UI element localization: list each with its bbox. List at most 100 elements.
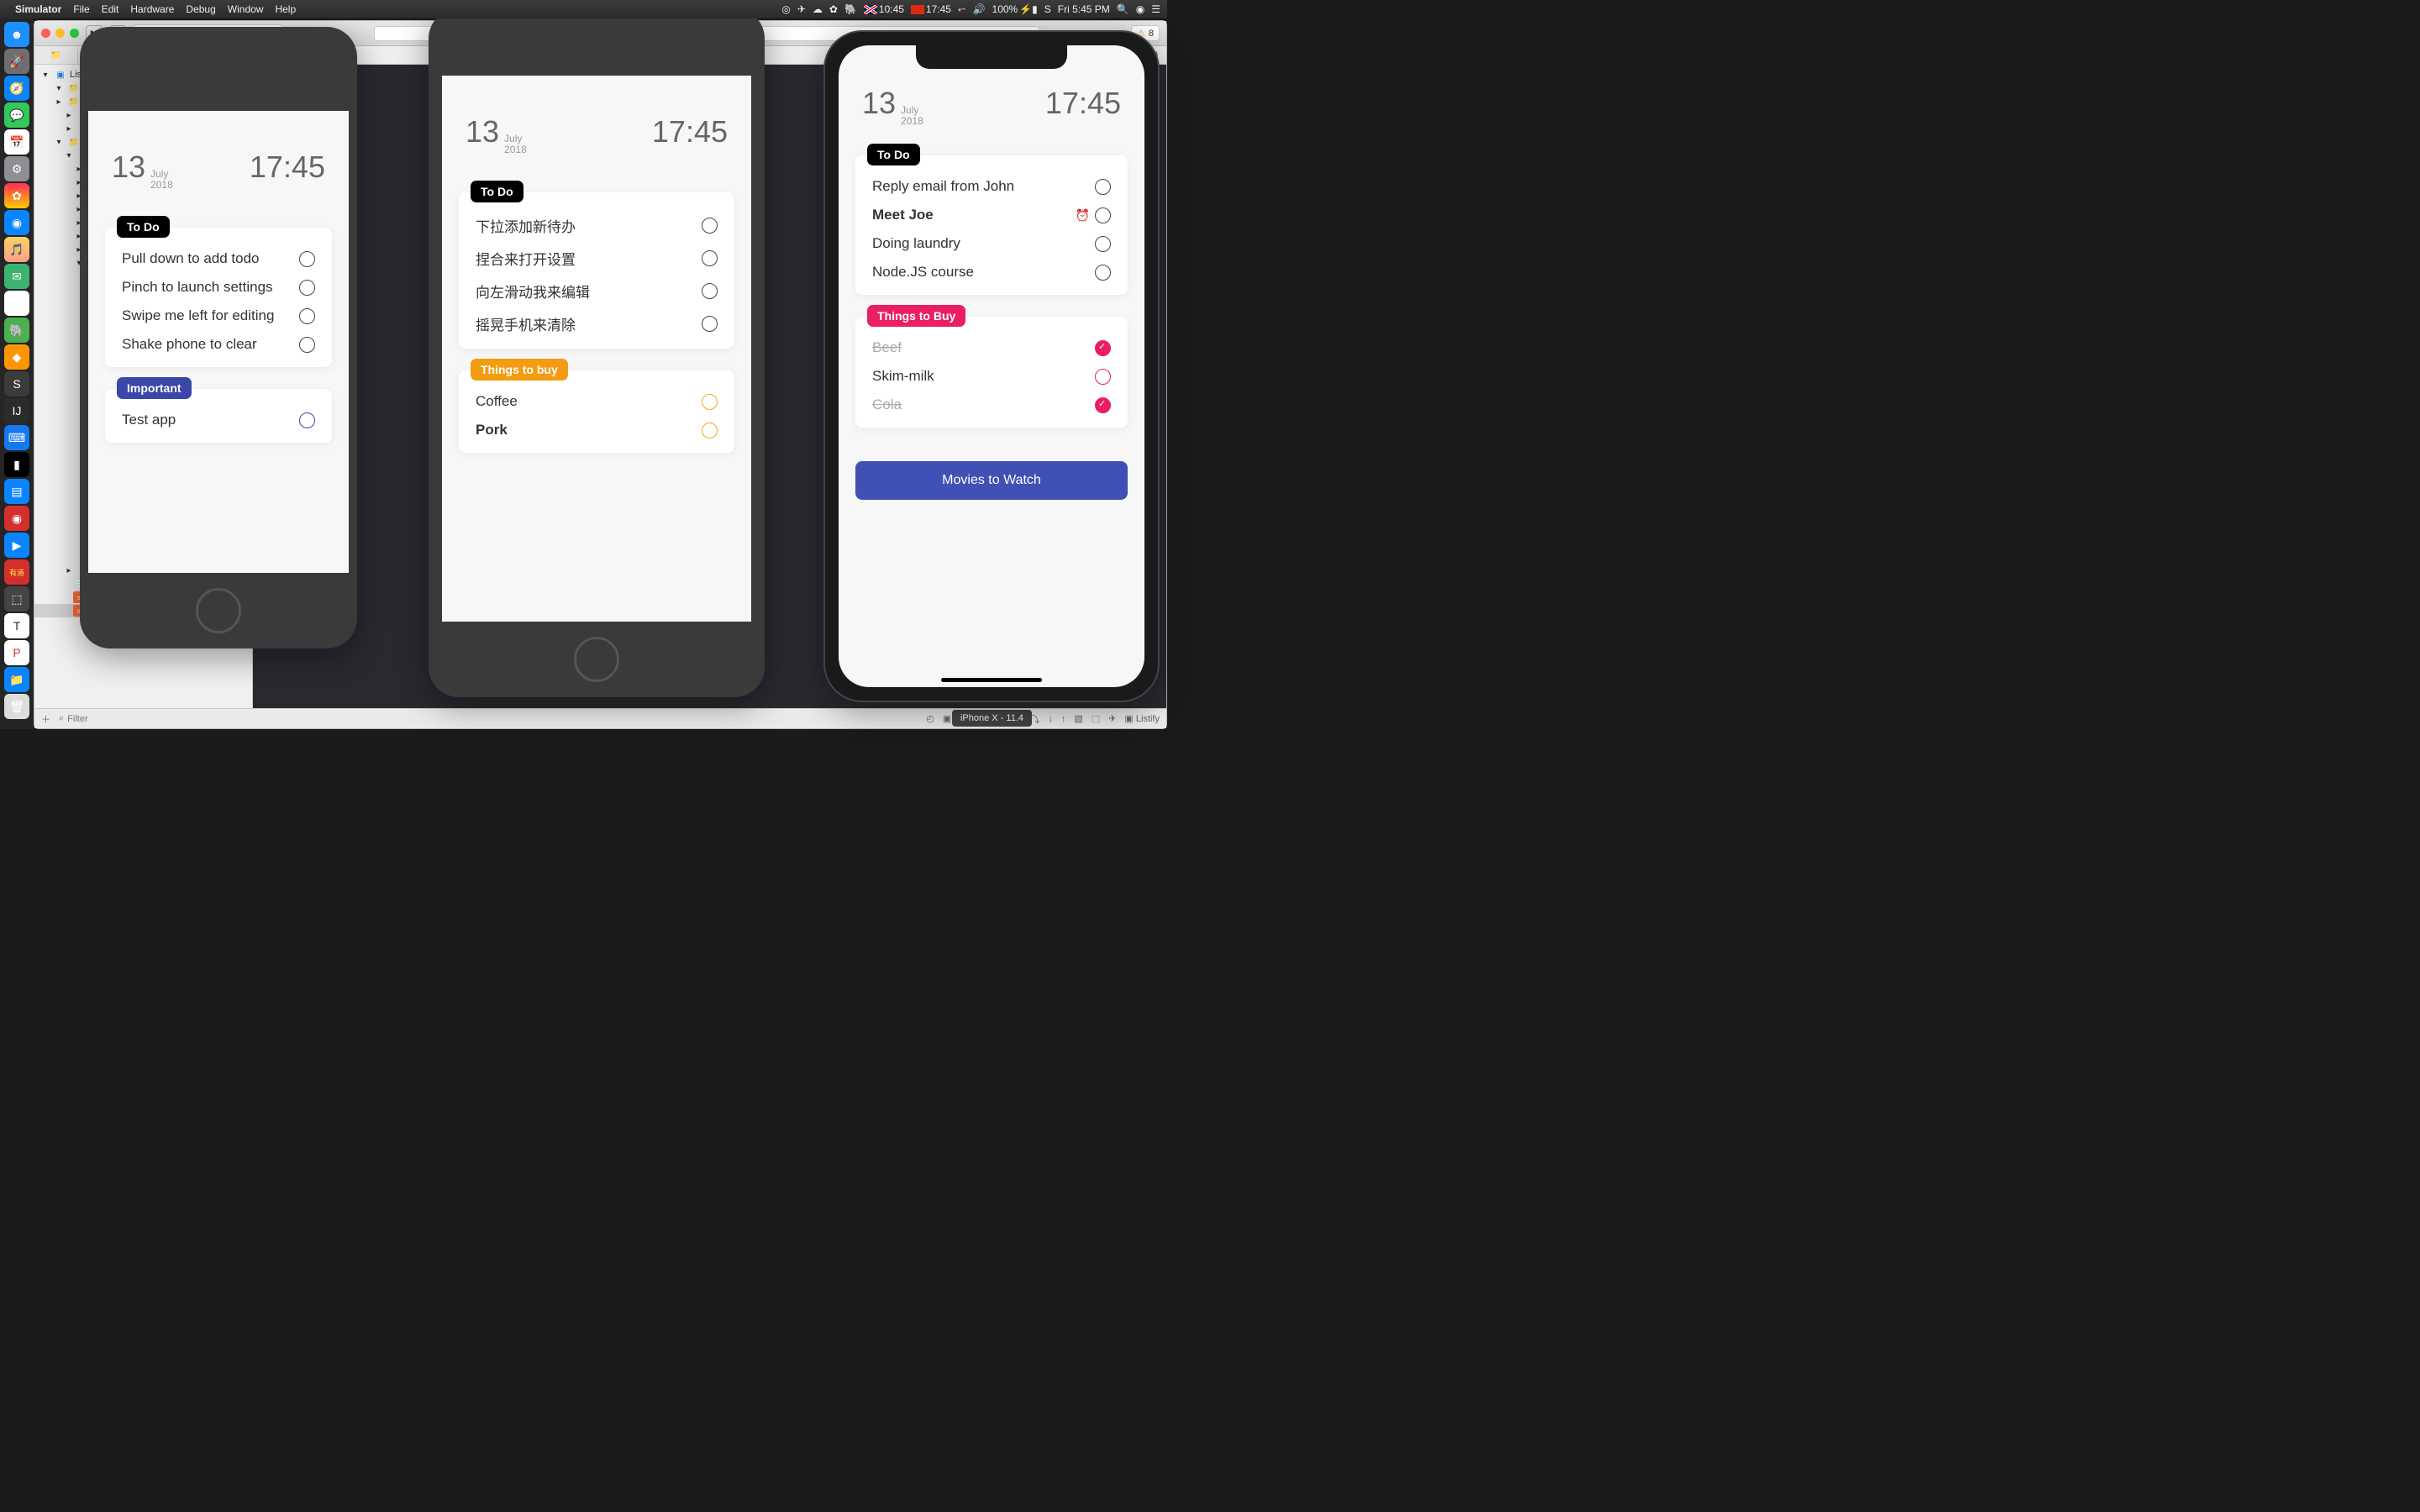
dock-xcode-icon[interactable]: ⌨: [4, 425, 29, 450]
todo-row[interactable]: Meet Joe⏰: [869, 201, 1114, 229]
dock-safari-icon[interactable]: 🧭: [4, 76, 29, 101]
dock-launchpad-icon[interactable]: 🚀: [4, 49, 29, 74]
status-volume-icon[interactable]: 🔊: [973, 3, 986, 15]
todo-checkbox[interactable]: [299, 251, 315, 267]
todo-checkbox[interactable]: [702, 218, 718, 234]
dock-app5-icon[interactable]: ⬚: [4, 586, 29, 612]
dock-calendar-icon[interactable]: 📅: [4, 129, 29, 155]
status-cloud-icon[interactable]: ☁: [813, 3, 823, 15]
dock-preferences-icon[interactable]: ⚙: [4, 156, 29, 181]
todo-checkbox[interactable]: [299, 280, 315, 296]
minimize-icon[interactable]: [55, 29, 65, 38]
todo-row[interactable]: 摇晃手机来清除: [472, 307, 721, 340]
view-icon[interactable]: ▧: [1074, 713, 1082, 724]
dock-intellij-icon[interactable]: IJ: [4, 398, 29, 423]
home-indicator[interactable]: [941, 678, 1042, 682]
dock-folder-icon[interactable]: 📁: [4, 667, 29, 692]
todo-row[interactable]: Pinch to launch settings: [118, 273, 318, 302]
todo-checkbox[interactable]: [1095, 397, 1111, 413]
todo-row[interactable]: Beef: [869, 333, 1114, 362]
dock-wechat-icon[interactable]: ✉: [4, 264, 29, 289]
dock-evernote-icon[interactable]: 🐘: [4, 318, 29, 343]
todo-checkbox[interactable]: [1095, 340, 1111, 356]
todo-row[interactable]: 向左滑动我来编辑: [472, 275, 721, 307]
status-evernote-icon[interactable]: 🐘: [844, 3, 857, 15]
dock-sketch-icon[interactable]: ◆: [4, 344, 29, 370]
todo-checkbox[interactable]: [1095, 369, 1111, 385]
status-wechat-icon[interactable]: ✿: [829, 3, 838, 15]
todo-checkbox[interactable]: [702, 250, 718, 266]
movies-button[interactable]: Movies to Watch: [855, 461, 1128, 500]
dock-youdao-icon[interactable]: 有道: [4, 559, 29, 585]
todo-checkbox[interactable]: [702, 394, 718, 410]
todo-row[interactable]: Pork: [472, 416, 721, 444]
dock-music-icon[interactable]: 🎵: [4, 237, 29, 262]
filter-field[interactable]: ⌕: [59, 713, 918, 724]
menu-edit[interactable]: Edit: [102, 3, 119, 15]
menu-file[interactable]: File: [73, 3, 89, 15]
zoom-icon[interactable]: [70, 29, 79, 38]
todo-row[interactable]: Cola: [869, 391, 1114, 419]
todo-row[interactable]: Node.JS course: [869, 258, 1114, 286]
status-notifications-icon[interactable]: ☰: [1151, 3, 1160, 15]
todo-row[interactable]: Pull down to add todo: [118, 244, 318, 273]
folder-tab-icon[interactable]: 📁: [34, 46, 78, 64]
todo-row[interactable]: Doing laundry: [869, 229, 1114, 258]
simulator-iphone-8plus[interactable]: 13 July 2018 17:45 To Do 下拉添加新待办捏合来打开设置向…: [429, 8, 765, 697]
status-ime-icon[interactable]: S: [1044, 3, 1051, 15]
simulator-iphone-6s[interactable]: 13 July 2018 17:45 To Do Pull down to ad…: [80, 27, 357, 648]
status-battery[interactable]: 100% ⚡▮: [992, 3, 1038, 15]
todo-checkbox[interactable]: [702, 283, 718, 299]
window-traffic-lights[interactable]: [41, 29, 79, 38]
todo-row[interactable]: Shake phone to clear: [118, 330, 318, 359]
filter-input[interactable]: [67, 714, 918, 724]
dock-sublime-icon[interactable]: S: [4, 371, 29, 396]
dock-app1-icon[interactable]: ◉: [4, 210, 29, 235]
dock-messages-icon[interactable]: 💬: [4, 102, 29, 128]
todo-checkbox[interactable]: [299, 412, 315, 428]
dock-terminal-icon[interactable]: ▮: [4, 452, 29, 477]
step-over-icon[interactable]: ⤵: [1030, 712, 1039, 726]
add-icon[interactable]: ＋: [41, 712, 50, 726]
location-icon[interactable]: ✈: [1108, 713, 1116, 724]
home-button[interactable]: [574, 637, 619, 682]
status-wifi-icon[interactable]: ⬿: [958, 3, 966, 16]
todo-checkbox[interactable]: [1095, 207, 1111, 223]
dock-app2-icon[interactable]: ▤: [4, 479, 29, 504]
todo-checkbox[interactable]: [702, 316, 718, 332]
dock-app4-icon[interactable]: ▶: [4, 533, 29, 558]
todo-row[interactable]: Reply email from John: [869, 172, 1114, 201]
status-grammarly-icon[interactable]: ◎: [781, 3, 790, 15]
todo-row[interactable]: 下拉添加新待办: [472, 209, 721, 242]
menu-debug[interactable]: Debug: [186, 3, 215, 15]
todo-checkbox[interactable]: [1095, 236, 1111, 252]
close-icon[interactable]: [41, 29, 50, 38]
dock-finder-icon[interactable]: ☻: [4, 22, 29, 47]
todo-row[interactable]: Skim-milk: [869, 362, 1114, 391]
home-button[interactable]: [196, 588, 241, 633]
dock-trash-icon[interactable]: 🗑: [4, 694, 29, 719]
dock-photos-icon[interactable]: ✿: [4, 183, 29, 208]
status-spotlight-icon[interactable]: 🔍: [1117, 3, 1129, 15]
status-siri-icon[interactable]: ◉: [1136, 3, 1144, 15]
menu-window[interactable]: Window: [228, 3, 264, 15]
todo-row[interactable]: Swipe me left for editing: [118, 302, 318, 330]
todo-row[interactable]: Coffee: [472, 387, 721, 416]
todo-checkbox[interactable]: [1095, 179, 1111, 195]
menu-hardware[interactable]: Hardware: [130, 3, 174, 15]
todo-checkbox[interactable]: [299, 308, 315, 324]
status-flag-gb[interactable]: 10:45: [864, 3, 904, 15]
dock-chrome-icon[interactable]: ◉: [4, 291, 29, 316]
memory-icon[interactable]: ⬚: [1092, 713, 1100, 724]
scm-icon[interactable]: ▣: [943, 713, 951, 724]
dock-pdf-icon[interactable]: P: [4, 640, 29, 665]
debug-target[interactable]: ▣ Listify: [1124, 713, 1160, 724]
step-in-icon[interactable]: ↓: [1048, 714, 1053, 724]
menu-help[interactable]: Help: [275, 3, 296, 15]
status-location-icon[interactable]: ✈: [797, 3, 806, 15]
status-clock[interactable]: Fri 5:45 PM: [1058, 3, 1110, 15]
dock-text-icon[interactable]: T: [4, 613, 29, 638]
todo-checkbox[interactable]: [1095, 265, 1111, 281]
step-out-icon[interactable]: ↑: [1061, 714, 1066, 724]
todo-row[interactable]: Test app: [118, 406, 318, 434]
